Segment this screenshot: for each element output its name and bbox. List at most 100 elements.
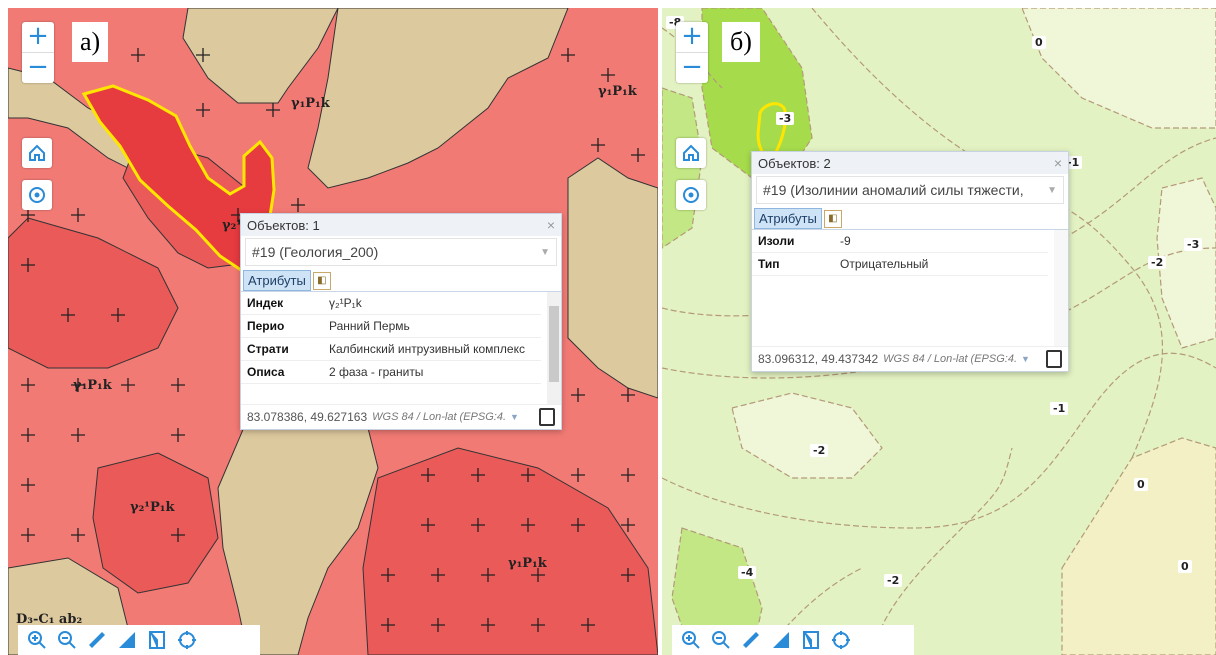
coords-bar: 83.096312, 49.437342 WGS 84 / Lon-lat (E… xyxy=(752,346,1068,371)
attr-key: Тип xyxy=(752,252,834,276)
attr-value: -9 xyxy=(834,230,1048,253)
popup-tabs: Атрибуты ◧ xyxy=(752,206,1068,230)
popup-title: Объектов: 1 xyxy=(247,217,320,233)
zoom-control: + − xyxy=(676,22,708,83)
contour-label: -1 xyxy=(1050,402,1069,415)
object-select[interactable]: #19 (Изолинии аномалий силы тяжести, ▼ xyxy=(756,176,1064,204)
feature-info-popup: Объектов: 2 × #19 (Изолинии аномалий сил… xyxy=(751,151,1069,372)
layers-tool[interactable] xyxy=(144,627,170,653)
ruler-icon xyxy=(89,632,105,648)
table-row: Индек γ₂¹P₁k xyxy=(241,292,541,315)
measure-length-tool[interactable] xyxy=(738,627,764,653)
attr-key: Перио xyxy=(241,314,323,338)
attr-key: Страти xyxy=(241,337,323,361)
coordinates-text: 83.096312, 49.437342 xyxy=(758,352,879,366)
measure-length-tool[interactable] xyxy=(84,627,110,653)
coords-bar: 83.078386, 49.627163 WGS 84 / Lon-lat (E… xyxy=(241,404,561,429)
target-icon xyxy=(683,187,699,203)
coordinates-text: 83.078386, 49.627163 xyxy=(247,410,368,424)
contour-label: -4 xyxy=(738,566,757,579)
zoom-out-tool[interactable] xyxy=(54,627,80,653)
object-select-value: #19 (Геология_200) xyxy=(252,244,379,260)
attr-key: Описа xyxy=(241,360,323,384)
panel-letter-b: б) xyxy=(722,22,760,62)
contour-label: -2 xyxy=(884,574,903,587)
attr-value: γ₂¹P₁k xyxy=(323,292,541,315)
home-button[interactable] xyxy=(676,138,706,168)
zoom-out-button[interactable]: − xyxy=(22,52,54,83)
locate-icon xyxy=(832,631,850,649)
target-icon xyxy=(29,187,45,203)
geology-map-panel[interactable]: γ₁P₁k γ₁P₁k γ₂¹P₁k γ₁P₁k γ₂¹P₁k γ₁P₁k D₃… xyxy=(8,8,658,655)
home-icon xyxy=(683,144,699,161)
feature-info-popup: Объектов: 1 × #19 (Геология_200) ▼ Атриб… xyxy=(240,213,562,430)
zoom-in-icon xyxy=(682,631,700,649)
zoom-in-button[interactable]: + xyxy=(22,22,54,52)
map-toolbar xyxy=(672,625,914,655)
zoom-out-tool[interactable] xyxy=(708,627,734,653)
tab-attributes[interactable]: Атрибуты xyxy=(243,270,311,291)
tab-attributes-icon[interactable]: ◧ xyxy=(823,209,842,228)
copy-icon[interactable] xyxy=(1046,350,1062,368)
measure-area-tool[interactable] xyxy=(114,627,140,653)
locate-button[interactable] xyxy=(22,180,52,210)
popup-title: Объектов: 2 xyxy=(758,155,831,171)
copy-icon[interactable] xyxy=(539,408,555,426)
locate-tool[interactable] xyxy=(174,627,200,653)
contour-label: -3 xyxy=(776,112,795,125)
attributes-table: Индек γ₂¹P₁k Перио Ранний Пермь Страти Калб… xyxy=(241,292,541,384)
attr-value: 2 фаза - граниты xyxy=(323,360,541,384)
tab-attributes[interactable]: Атрибуты xyxy=(754,208,822,229)
object-select[interactable]: #19 (Геология_200) ▼ xyxy=(245,238,557,266)
attr-key: Индек xyxy=(241,292,323,315)
attr-key: Изоли xyxy=(752,230,834,253)
attributes-table: Изоли -9 Тип Отрицательный xyxy=(752,230,1048,276)
chevron-down-icon: ▼ xyxy=(540,246,550,258)
attr-value: Калбинский интрузивный комплекс xyxy=(323,337,541,361)
attributes-area[interactable]: Индек γ₂¹P₁k Перио Ранний Пермь Страти Калб… xyxy=(241,292,561,404)
map-toolbar xyxy=(18,625,260,655)
gravity-map-panel[interactable]: 0 -3 -1 -3 -2 -1 -2 0 -4 -2 0 -8 б) + − … xyxy=(662,8,1216,655)
geology-label: γ₂¹P₁k xyxy=(130,500,175,515)
close-icon[interactable]: × xyxy=(547,217,555,233)
layers-icon xyxy=(803,631,819,649)
crs-select[interactable]: WGS 84 / Lon-lat (EPSG:4. xyxy=(372,411,506,423)
zoom-in-button[interactable]: + xyxy=(676,22,708,52)
zoom-out-icon xyxy=(712,631,730,649)
attributes-area[interactable]: Изоли -9 Тип Отрицательный xyxy=(752,230,1068,346)
contour-label: -2 xyxy=(1148,256,1167,269)
locate-button[interactable] xyxy=(676,180,706,210)
area-measure-icon xyxy=(119,632,135,648)
attributes-scrollbar[interactable] xyxy=(547,292,561,404)
scrollbar-thumb[interactable] xyxy=(549,306,559,382)
tab-attributes-icon[interactable]: ◧ xyxy=(312,271,331,290)
ruler-icon xyxy=(743,632,759,648)
table-row: Перио Ранний Пермь xyxy=(241,314,541,338)
popup-header: Объектов: 2 × xyxy=(752,152,1068,174)
geology-label: γ₁P₁k xyxy=(73,378,112,393)
object-select-value: #19 (Изолинии аномалий силы тяжести, xyxy=(763,182,1024,198)
crs-select[interactable]: WGS 84 / Lon-lat (EPSG:4. xyxy=(883,353,1017,365)
panel-letter-a: а) xyxy=(72,22,109,62)
zoom-out-button[interactable]: − xyxy=(676,52,708,83)
zoom-in-tool[interactable] xyxy=(678,627,704,653)
attributes-scrollbar[interactable] xyxy=(1054,230,1068,346)
contour-label: 0 xyxy=(1178,560,1192,573)
area-measure-icon xyxy=(773,632,789,648)
contour-label: -2 xyxy=(810,444,829,457)
home-button[interactable] xyxy=(22,138,52,168)
layers-icon xyxy=(149,631,165,649)
chevron-down-icon: ▼ xyxy=(1021,354,1030,364)
table-row: Изоли -9 xyxy=(752,230,1048,253)
close-icon[interactable]: × xyxy=(1054,155,1062,171)
layers-tool[interactable] xyxy=(798,627,824,653)
locate-tool[interactable] xyxy=(828,627,854,653)
measure-area-tool[interactable] xyxy=(768,627,794,653)
contour-label: 0 xyxy=(1134,478,1148,491)
zoom-out-icon xyxy=(58,631,76,649)
table-row: Описа 2 фаза - граниты xyxy=(241,360,541,384)
contour-label: 0 xyxy=(1032,36,1046,49)
zoom-in-tool[interactable] xyxy=(24,627,50,653)
geology-label: γ₁P₁k xyxy=(508,556,547,571)
attr-value: Отрицательный xyxy=(834,252,1048,276)
